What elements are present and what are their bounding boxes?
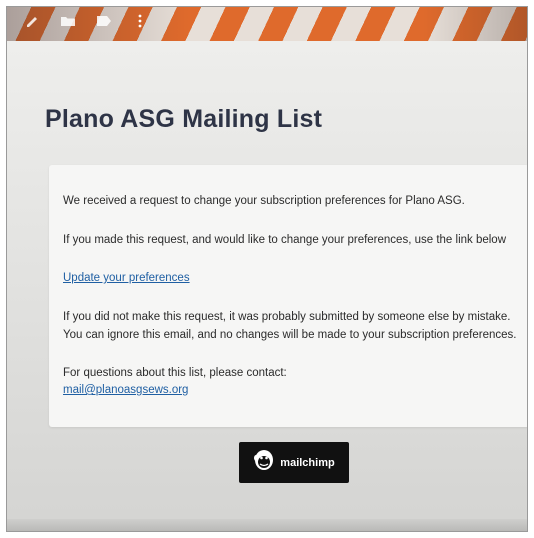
- label-icon[interactable]: [93, 13, 115, 29]
- not-requested-text: If you did not make this request, it was…: [63, 311, 511, 323]
- contact-email-row: mail@planoasgsews.org: [63, 382, 188, 399]
- more-vertical-icon[interactable]: [129, 13, 151, 29]
- instruction-text: If you made this request, and would like…: [63, 234, 507, 246]
- mailchimp-logo[interactable]: mailchimp: [239, 442, 349, 483]
- photo-frame: Plano ASG Mailing List We received a req…: [6, 6, 528, 532]
- email-toolbar: [21, 11, 151, 31]
- update-link-row: Update your preferences: [63, 270, 190, 287]
- message-card: We received a request to change your sub…: [49, 165, 527, 427]
- contact-email-link[interactable]: mail@planoasgsews.org: [63, 384, 188, 396]
- page-title: Plano ASG Mailing List: [45, 105, 323, 133]
- contact-label: For questions about this list, please co…: [63, 367, 287, 379]
- ignore-text: You can ignore this email, and no change…: [63, 329, 517, 341]
- screen-bottom-edge: [7, 519, 527, 531]
- mailchimp-wordmark: mailchimp: [280, 456, 335, 469]
- freddie-chimp-icon: [253, 448, 275, 477]
- update-preferences-link[interactable]: Update your preferences: [63, 272, 190, 284]
- request-text: We received a request to change your sub…: [63, 195, 465, 207]
- pencil-icon[interactable]: [21, 13, 43, 29]
- folder-icon[interactable]: [57, 13, 79, 29]
